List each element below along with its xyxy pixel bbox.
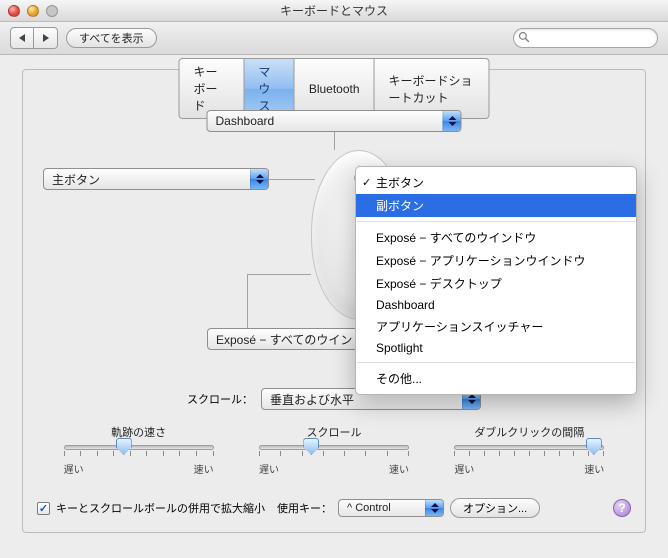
nav-segmented [10,27,58,49]
chevron-right-icon [43,34,49,42]
mouse-config-area: Dashboard 主ボタン Exposé − すべてのウインドウ [37,106,631,386]
back-button[interactable] [10,27,34,49]
modifier-popup[interactable]: ^ Control [338,499,444,517]
zoom-row: ✓ キーとスクロールボールの併用で拡大縮小 使用キー： ^ Control オプ… [37,498,631,518]
toolbar: すべてを表示 [0,22,668,55]
forward-button[interactable] [34,27,58,49]
popup-label: ^ Control [339,502,425,514]
scroll-label: スクロール： [187,391,253,407]
right-button-menu: ✓主ボタン 副ボタン Exposé − すべてのウインドウ Exposé − ア… [355,166,637,395]
menu-item[interactable]: その他... [356,367,636,390]
zoom-checkbox[interactable]: ✓ [37,502,50,515]
popup-arrows-icon [250,169,268,189]
popup-label: 主ボタン [44,171,250,188]
slider-track[interactable] [64,445,214,450]
popup-arrows-icon [443,111,461,131]
menu-item[interactable]: Dashboard [356,295,636,315]
popup-label: Dashboard [208,114,443,128]
sliders: 軌跡の速さ 遅い速い スクロール 遅い速い [37,424,631,476]
menu-item[interactable]: Spotlight [356,338,636,358]
menu-separator [357,221,635,222]
scrollball-action-popup[interactable]: Dashboard [207,110,462,132]
pref-panel: キーボード マウス Bluetooth キーボードショートカット Dashboa… [22,69,646,533]
popup-arrows-icon [425,500,443,516]
scroll-speed-slider: スクロール 遅い速い [249,424,419,476]
window-title: キーボードとマウス [0,2,668,19]
slider-track[interactable] [454,445,604,450]
left-button-popup[interactable]: 主ボタン [43,168,269,190]
search-input[interactable] [513,28,658,48]
doubleclick-speed-slider: ダブルクリックの間隔 遅い速い [444,424,614,476]
help-button[interactable]: ? [613,499,631,517]
slider-track[interactable] [259,445,409,450]
menu-item[interactable]: Exposé − すべてのウインドウ [356,226,636,249]
options-button[interactable]: オプション... [450,498,540,518]
menu-separator [357,362,635,363]
menu-item[interactable]: ✓主ボタン [356,171,636,194]
show-all-label: すべてを表示 [79,30,144,46]
menu-item[interactable]: アプリケーションスイッチャー [356,315,636,338]
show-all-button[interactable]: すべてを表示 [66,28,157,48]
window: キーボードとマウス すべてを表示 キーボード マウス Bluetooth キーボ… [0,0,668,558]
zoom-checkbox-label: キーとスクロールボールの併用で拡大縮小 [56,500,265,516]
titlebar: キーボードとマウス [0,0,668,22]
menu-item[interactable]: 副ボタン [356,194,636,217]
search-icon [518,31,530,43]
menu-item[interactable]: Exposé − アプリケーションウインドウ [356,249,636,272]
modifier-label: 使用キー： [277,500,332,516]
menu-item[interactable]: Exposé − デスクトップ [356,272,636,295]
chevron-left-icon [19,34,25,42]
tracking-speed-slider: 軌跡の速さ 遅い速い [54,424,224,476]
checkmark-icon: ✓ [362,176,371,189]
